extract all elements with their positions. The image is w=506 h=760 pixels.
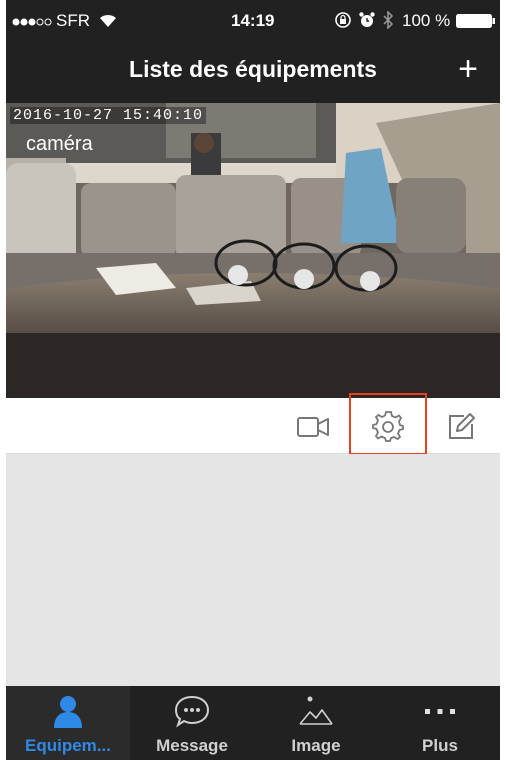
signal-dots-icon bbox=[12, 13, 52, 33]
camera-preview[interactable]: 2016-10-27 15:40:10 caméra bbox=[6, 103, 500, 398]
rotation-lock-icon bbox=[334, 11, 352, 34]
page-title: Liste des équipements bbox=[129, 56, 377, 82]
edit-icon[interactable] bbox=[444, 410, 478, 444]
battery-percent: 100 % bbox=[402, 11, 451, 30]
camera-action-toolbar bbox=[6, 393, 500, 455]
mountain-image-icon bbox=[299, 696, 333, 725]
chat-bubble-icon bbox=[174, 695, 210, 728]
tab-label: Plus bbox=[422, 736, 458, 755]
app-screen: SFR 14:19 100 % Liste des équipements + … bbox=[6, 0, 500, 760]
tab-label: Equipem... bbox=[25, 736, 111, 755]
more-dots-icon bbox=[425, 709, 455, 714]
bluetooth-icon bbox=[382, 10, 394, 34]
gear-icon[interactable] bbox=[371, 410, 405, 444]
tab-plus[interactable]: Plus bbox=[378, 686, 500, 760]
carrier-name: SFR bbox=[56, 11, 90, 30]
person-icon bbox=[54, 696, 82, 728]
battery-icon bbox=[456, 13, 496, 33]
tab-label: Image bbox=[291, 736, 341, 755]
alarm-icon bbox=[358, 11, 376, 34]
navigation-bar: Liste des équipements + bbox=[6, 40, 500, 103]
tab-message[interactable]: Message bbox=[130, 686, 254, 760]
tab-image[interactable]: Image bbox=[254, 686, 378, 760]
video-camera-icon[interactable] bbox=[296, 410, 330, 444]
add-device-button[interactable]: + bbox=[458, 52, 478, 86]
camera-name-label: caméra bbox=[26, 133, 93, 155]
tab-label: Message bbox=[156, 736, 228, 755]
wifi-icon bbox=[98, 12, 118, 33]
status-bar: SFR 14:19 100 % bbox=[6, 0, 500, 40]
clock-time: 14:19 bbox=[231, 11, 275, 30]
device-list-empty-area bbox=[6, 454, 500, 686]
tab-equipements[interactable]: Equipem... bbox=[6, 686, 130, 760]
camera-timestamp: 2016-10-27 15:40:10 bbox=[10, 107, 207, 124]
tab-bar: Equipem... Message Image Plus bbox=[6, 686, 500, 760]
